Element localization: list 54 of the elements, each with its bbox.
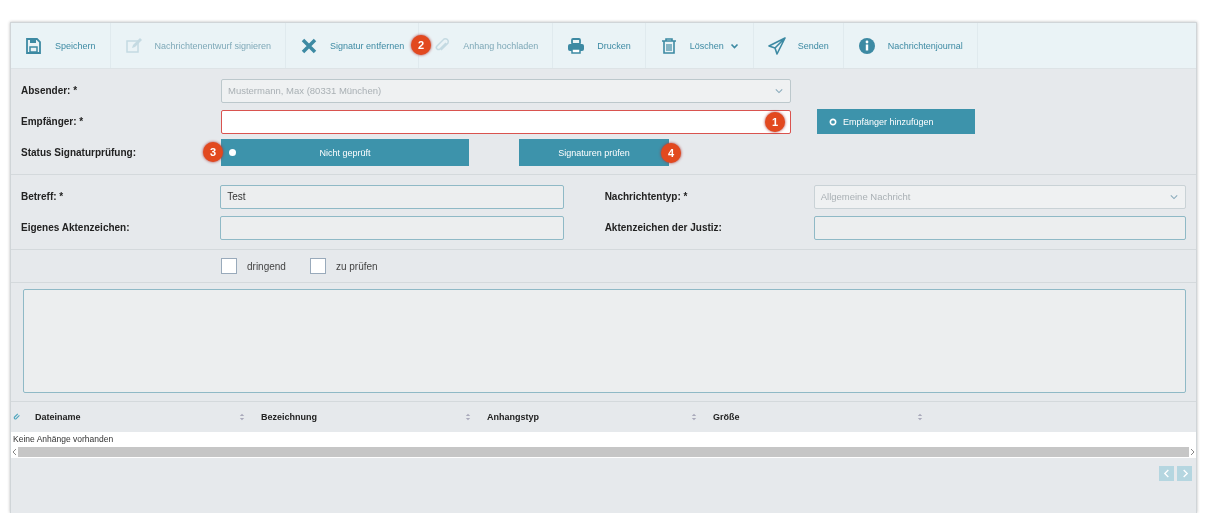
input-field[interactable] xyxy=(813,215,1186,240)
number-badge: 4 xyxy=(661,143,681,163)
info-icon xyxy=(857,36,876,55)
edit-icon xyxy=(124,36,143,55)
chevron-left-icon xyxy=(1162,469,1171,478)
field-label: Betreff: * xyxy=(21,191,65,202)
sort-icon xyxy=(239,413,245,421)
scroll-right-icon xyxy=(1189,448,1196,456)
field-label: Status Signaturprüfung: xyxy=(21,147,137,158)
status-text: Nicht geprüft xyxy=(318,147,372,158)
checkbox[interactable] xyxy=(221,258,237,274)
message-text-area[interactable] xyxy=(23,289,1186,393)
chevron-icon xyxy=(774,86,784,95)
checkbox[interactable] xyxy=(309,258,326,274)
sort-icon xyxy=(691,413,697,421)
field-label: Eigenes Aktenzeichen: xyxy=(21,222,131,233)
input-field[interactable] xyxy=(221,109,791,134)
sort-icon xyxy=(465,413,471,421)
scroll-left-icon xyxy=(11,448,18,456)
save-icon xyxy=(25,36,43,55)
field-label: Empfänger: * xyxy=(21,116,85,127)
input-field[interactable]: Test xyxy=(220,184,564,209)
number-badge: 2 xyxy=(411,35,432,55)
toolbar-button[interactable]: Löschen xyxy=(645,23,754,68)
paper-plane-icon xyxy=(767,36,786,55)
chevron-right-icon xyxy=(1180,469,1189,478)
input-field[interactable] xyxy=(220,215,564,240)
number-badge: 3 xyxy=(203,142,223,162)
close-icon xyxy=(300,36,319,55)
field-label: Aktenzeichen der Justiz: xyxy=(604,222,723,233)
field-label: Absender: * xyxy=(21,85,79,96)
paperclip-icon xyxy=(13,413,21,421)
column-header[interactable]: Bezeichnung xyxy=(261,412,479,422)
sort-icon xyxy=(917,413,923,421)
toolbar-button[interactable]: Drucken xyxy=(553,23,646,68)
toolbar-button[interactable]: Speichern xyxy=(11,23,111,68)
add-recipient-button[interactable]: Empfänger hinzufügen xyxy=(817,109,975,134)
empty-message: Keine Anhänge vorhanden xyxy=(13,434,114,444)
check-signatures-button[interactable]: Signaturen prüfen xyxy=(519,139,669,166)
checkbox-label: dringend xyxy=(247,260,286,272)
column-header[interactable]: Anhangstyp xyxy=(487,412,705,422)
next-page-button[interactable] xyxy=(1177,466,1192,481)
toolbar-button[interactable]: Senden xyxy=(753,23,844,68)
trash-icon xyxy=(659,36,678,55)
column-header[interactable]: Dateiname xyxy=(35,412,253,422)
printer-icon xyxy=(567,36,586,55)
horizontal-scrollbar[interactable] xyxy=(11,446,1196,458)
status-dot xyxy=(229,149,236,156)
checkbox-label: zu prüfen xyxy=(335,260,378,272)
column-header[interactable]: Größe xyxy=(713,412,931,422)
chevron-icon xyxy=(1169,192,1179,201)
toolbar-button[interactable]: Nachrichtenjournal xyxy=(843,23,978,68)
previous-page-button[interactable] xyxy=(1159,466,1174,481)
field-label: Nachrichtentyp: * xyxy=(604,191,689,202)
